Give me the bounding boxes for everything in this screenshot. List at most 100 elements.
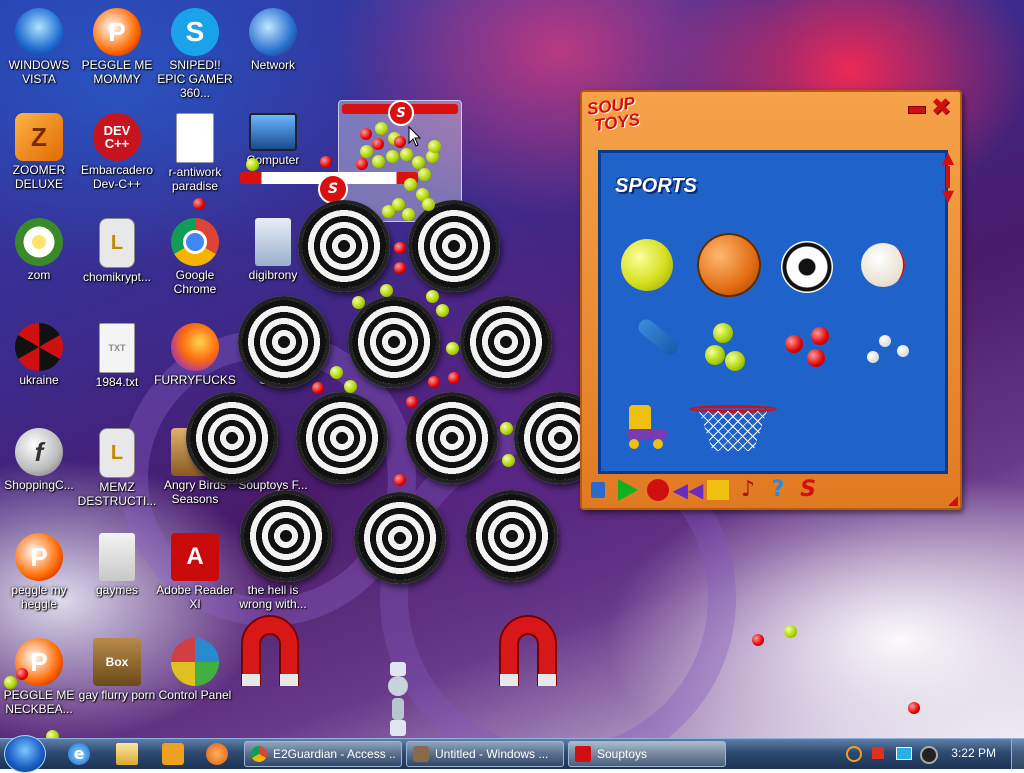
desktop-icon-devcpp[interactable]: DEV C++ Embarcadero Dev-C++ xyxy=(78,113,156,191)
desktop-icon-sniped[interactable]: S SNIPED!! EPIC GAMER 360... xyxy=(156,8,234,100)
desktop-icon-chrome[interactable]: Google Chrome xyxy=(156,218,234,296)
desktop-icon-1984-txt[interactable]: TXT 1984.txt xyxy=(78,323,156,389)
resize-handle-icon[interactable] xyxy=(948,496,958,506)
red-ball[interactable] xyxy=(406,396,418,408)
tennis-ball-toy[interactable] xyxy=(621,239,673,291)
red-ball[interactable] xyxy=(752,634,764,646)
volume-icon[interactable] xyxy=(920,746,938,764)
desktop-icon-peggle-me-mommy[interactable]: P PEGGLE ME MOMMY xyxy=(78,8,156,86)
red-ball[interactable] xyxy=(428,376,440,388)
red-ball-toy[interactable] xyxy=(807,349,825,367)
red-ball[interactable] xyxy=(193,198,205,210)
desktop-icon-antiwork[interactable]: r-antiwork paradise xyxy=(156,113,234,193)
clock[interactable]: 3:22 PM xyxy=(951,746,996,760)
help-icon[interactable]: ? xyxy=(766,478,790,502)
spiral-toy[interactable] xyxy=(466,490,558,582)
souptoys-window[interactable]: SOUP TOYS ✖ SPORTS ▲ ▼ ◀◀ ♪ ? S xyxy=(580,90,962,510)
spiral-toy[interactable] xyxy=(460,296,552,388)
spiral-toy[interactable] xyxy=(240,490,332,582)
spiral-toy[interactable] xyxy=(408,200,500,292)
task-untitled-windows[interactable]: Untitled - Windows ... xyxy=(406,741,564,767)
stamp-tool-icon[interactable] xyxy=(586,478,610,502)
desktop-icon-furryfucks[interactable]: FURRYFUCKS xyxy=(154,323,236,387)
play-icon[interactable] xyxy=(616,478,640,502)
yellow-ball[interactable] xyxy=(330,366,343,379)
red-ball-toy[interactable] xyxy=(811,327,829,345)
minimize-button[interactable] xyxy=(908,106,926,114)
desktop-icon-chomikrypt[interactable]: L chomikrypt... xyxy=(78,218,156,284)
close-button[interactable]: ✖ xyxy=(930,95,952,119)
yellow-ball[interactable] xyxy=(382,205,395,218)
spiral-toy[interactable] xyxy=(354,492,446,584)
basketball-hoop-toy[interactable] xyxy=(689,401,777,453)
souptoys-menu-icon[interactable]: S xyxy=(796,478,820,502)
media-player-icon[interactable] xyxy=(162,743,184,765)
spiral-toy[interactable] xyxy=(186,392,278,484)
yellow-ball[interactable] xyxy=(426,290,439,303)
desktop-icon-shoppingc[interactable]: f ShoppingC... xyxy=(0,428,78,492)
red-ball[interactable] xyxy=(448,372,460,384)
record-icon[interactable] xyxy=(646,478,670,502)
music-icon[interactable]: ♪ xyxy=(736,478,760,502)
yellow-ball[interactable] xyxy=(4,676,17,689)
red-ball[interactable] xyxy=(394,474,406,486)
yellow-ball[interactable] xyxy=(386,150,399,163)
yellow-ball[interactable] xyxy=(360,145,373,158)
spiral-toy[interactable] xyxy=(298,200,390,292)
flag-icon[interactable] xyxy=(872,747,884,759)
white-ball-toy[interactable] xyxy=(867,351,879,363)
task-e2guardian[interactable]: E2Guardian - Access ... xyxy=(244,741,402,767)
red-ball[interactable] xyxy=(360,128,372,140)
yellow-ball[interactable] xyxy=(375,122,388,135)
basketball-toy[interactable] xyxy=(697,233,761,297)
yellow-ball[interactable] xyxy=(418,168,431,181)
desktop-icon-gaymes[interactable]: gaymes xyxy=(78,533,156,597)
desktop-icon-windows-vista[interactable]: WINDOWS VISTA xyxy=(0,8,78,86)
yellow-ball[interactable] xyxy=(500,422,513,435)
white-ball-toy[interactable] xyxy=(897,345,909,357)
yellow-ball[interactable] xyxy=(372,155,385,168)
red-ball-toy[interactable] xyxy=(785,335,803,353)
yellow-ball[interactable] xyxy=(428,140,441,153)
yellow-ball-toy[interactable] xyxy=(705,345,725,365)
yellow-ball[interactable] xyxy=(380,284,393,297)
magnet-toy[interactable] xyxy=(238,612,302,686)
internet-explorer-icon[interactable]: e xyxy=(68,743,90,765)
desktop-icon-ukraine[interactable]: ukraine xyxy=(0,323,78,387)
red-ball[interactable] xyxy=(394,262,406,274)
desktop-icon-memz[interactable]: L MEMZ DESTRUCTI... xyxy=(78,428,156,508)
red-ball[interactable] xyxy=(372,138,384,150)
yellow-ball[interactable] xyxy=(400,148,413,161)
yellow-ball-toy[interactable] xyxy=(725,351,745,371)
desktop-icon-peggle-my-heggle[interactable]: P peggle my heggle xyxy=(0,533,78,611)
shuttle-toy[interactable] xyxy=(635,316,681,358)
yellow-ball[interactable] xyxy=(352,296,365,309)
red-ball[interactable] xyxy=(320,156,332,168)
desktop-icon-gay-flurry[interactable]: Box gay flurry porn xyxy=(78,638,156,702)
red-ball[interactable] xyxy=(356,158,368,170)
search-icon[interactable] xyxy=(846,746,862,762)
yellow-ball-toy[interactable] xyxy=(713,323,733,343)
yellow-ball[interactable] xyxy=(422,198,435,211)
red-ball[interactable] xyxy=(394,242,406,254)
spiral-toy[interactable] xyxy=(296,392,388,484)
roller-skate-toy[interactable] xyxy=(623,405,669,449)
yellow-ball[interactable] xyxy=(436,304,449,317)
spiral-toy[interactable] xyxy=(238,296,330,388)
red-ball[interactable] xyxy=(394,136,406,148)
desktop[interactable]: WINDOWS VISTA P PEGGLE ME MOMMY S SNIPED… xyxy=(0,0,1024,738)
app-quicklaunch-icon[interactable] xyxy=(206,743,228,765)
explorer-folder-icon[interactable] xyxy=(116,743,138,765)
display-icon[interactable] xyxy=(896,747,912,760)
yellow-ball[interactable] xyxy=(344,380,357,393)
desktop-icon-adobe-reader[interactable]: A Adobe Reader XI xyxy=(156,533,234,611)
toy-panel[interactable]: SPORTS xyxy=(598,150,948,474)
yellow-ball[interactable] xyxy=(246,158,259,171)
red-ball[interactable] xyxy=(908,702,920,714)
magnet-toy[interactable] xyxy=(496,612,560,686)
robot-toy[interactable] xyxy=(384,662,412,738)
rewind-icon[interactable]: ◀◀ xyxy=(673,478,704,502)
white-ball-toy[interactable] xyxy=(879,335,891,347)
spiral-toy[interactable] xyxy=(348,296,440,388)
desktop-icon-zoomer-deluxe[interactable]: Z ZOOMER DELUXE xyxy=(0,113,78,191)
